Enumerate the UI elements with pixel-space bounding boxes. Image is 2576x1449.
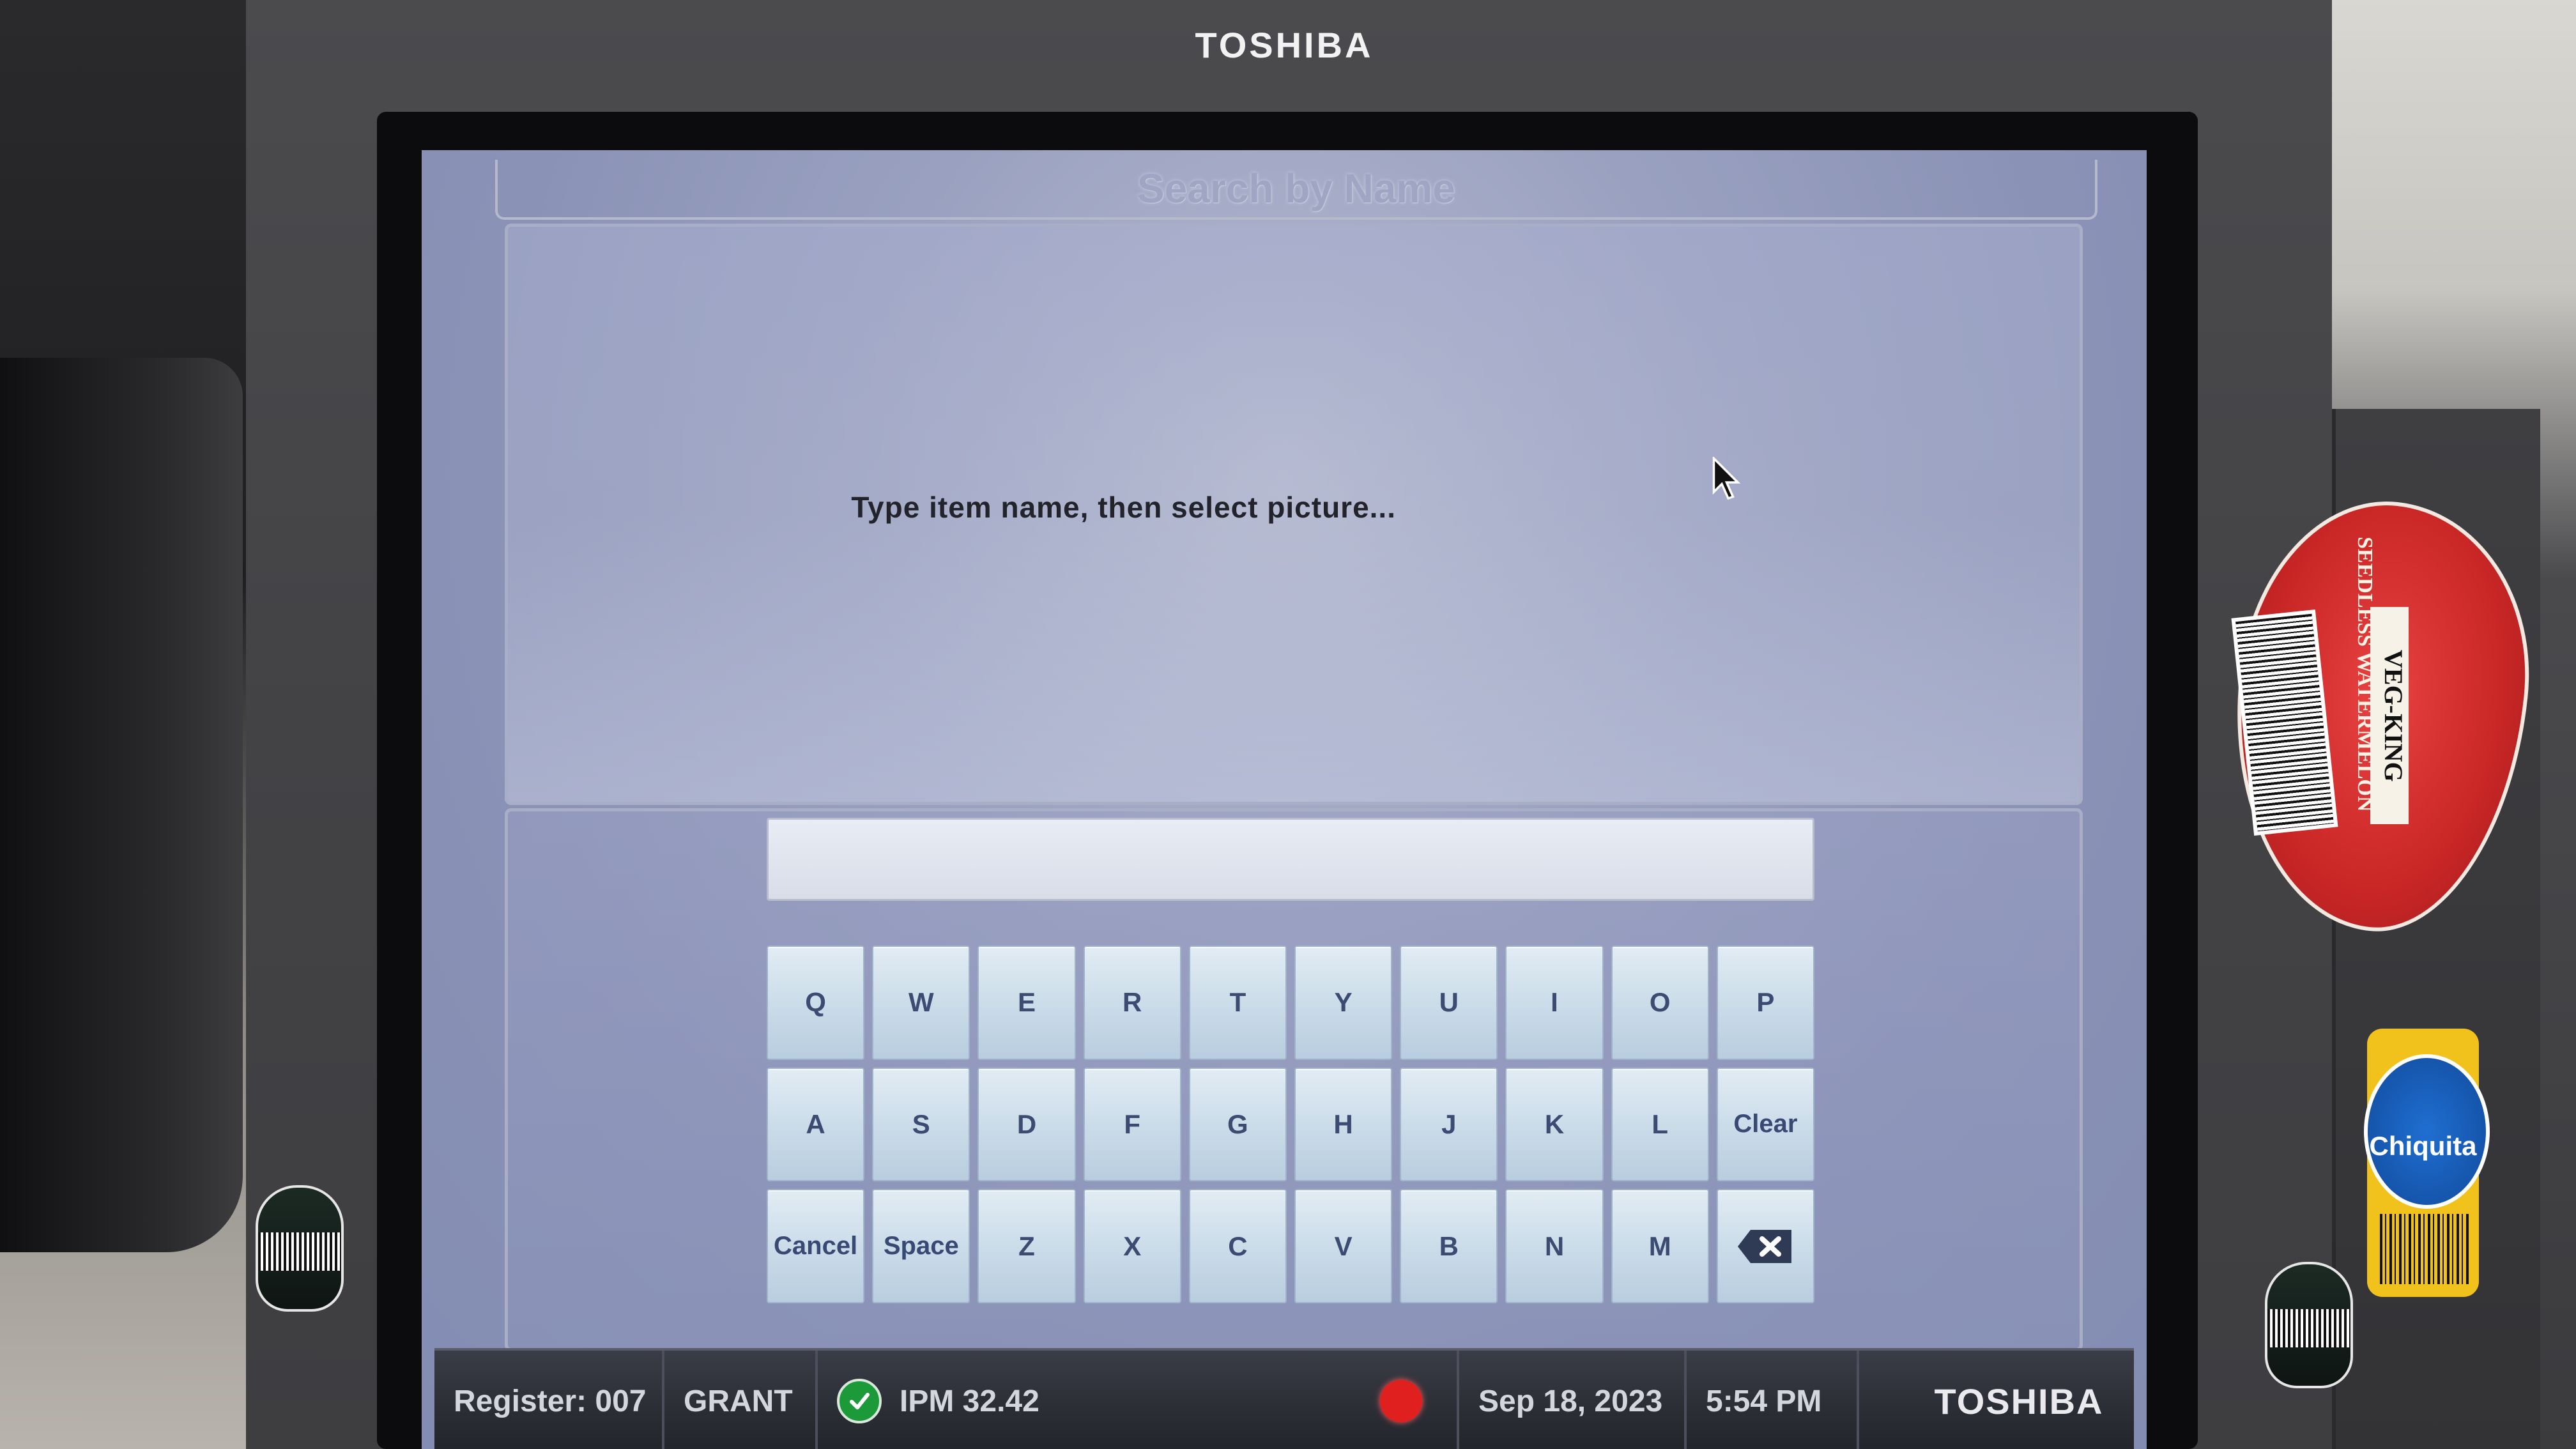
key-c[interactable]: C — [1188, 1189, 1287, 1303]
title-bar: Search by Name — [495, 160, 2097, 220]
key-q[interactable]: Q — [767, 946, 865, 1060]
instruction-message: Type item name, then select picture... — [851, 491, 1396, 524]
operator-name: GRANT — [664, 1351, 818, 1449]
key-z[interactable]: Z — [977, 1189, 1076, 1303]
key-r[interactable]: R — [1083, 946, 1181, 1060]
clear-button[interactable]: Clear — [1716, 1067, 1814, 1182]
produce-sticker-barcode — [258, 1232, 341, 1271]
key-t[interactable]: T — [1188, 946, 1287, 1060]
key-p[interactable]: P — [1716, 946, 1814, 1060]
backspace-icon — [1738, 1229, 1792, 1263]
key-l[interactable]: L — [1611, 1067, 1709, 1182]
check-icon — [837, 1379, 882, 1423]
ipm-value: IPM 32.42 — [900, 1384, 1039, 1418]
key-n[interactable]: N — [1505, 1189, 1604, 1303]
key-d[interactable]: D — [977, 1067, 1076, 1182]
pos-screen: Search by Name Type item name, then sele… — [422, 150, 2147, 1449]
bezel-brand-logo: TOSHIBA — [1195, 25, 1374, 65]
banana-sticker-barcode — [2380, 1214, 2469, 1284]
produce-sticker-left — [256, 1185, 344, 1312]
watermelon-sticker-brand: VEG-KING — [2370, 607, 2409, 824]
register-label: Register: 007 — [434, 1351, 664, 1449]
produce-sticker-right — [2265, 1262, 2353, 1388]
banana-sticker-brand: Chiquita — [2369, 1131, 2477, 1161]
key-s[interactable]: S — [872, 1067, 970, 1182]
message-panel: Type item name, then select picture... — [505, 224, 2083, 805]
status-bar-brand-logo: TOSHIBA — [1934, 1381, 2104, 1422]
page-title: Search by Name — [1137, 165, 1456, 211]
key-u[interactable]: U — [1400, 946, 1498, 1060]
key-y[interactable]: Y — [1294, 946, 1393, 1060]
key-g[interactable]: G — [1188, 1067, 1287, 1182]
on-screen-keyboard: Q W E R T Y U I O P A S D F G H J K L Cl… — [767, 946, 1814, 1303]
key-k[interactable]: K — [1505, 1067, 1604, 1182]
search-input[interactable] — [767, 818, 1814, 901]
key-j[interactable]: J — [1400, 1067, 1498, 1182]
key-x[interactable]: X — [1083, 1189, 1181, 1303]
date-display: Sep 18, 2023 — [1457, 1351, 1687, 1449]
mouse-pointer-icon — [1712, 457, 1741, 500]
key-o[interactable]: O — [1611, 946, 1709, 1060]
key-i[interactable]: I — [1505, 946, 1604, 1060]
ipm-indicator: IPM 32.42 — [818, 1351, 1457, 1449]
key-v[interactable]: V — [1294, 1189, 1393, 1303]
space-button[interactable]: Space — [872, 1189, 970, 1303]
cancel-button[interactable]: Cancel — [767, 1189, 865, 1303]
key-a[interactable]: A — [767, 1067, 865, 1182]
key-b[interactable]: B — [1400, 1189, 1498, 1303]
backspace-button[interactable] — [1716, 1189, 1814, 1303]
produce-sticker-barcode — [2267, 1309, 2350, 1347]
key-f[interactable]: F — [1083, 1067, 1181, 1182]
status-bar: Register: 007 GRANT IPM 32.42 Sep 18, 20… — [434, 1348, 2134, 1449]
key-w[interactable]: W — [872, 946, 970, 1060]
adjacent-device — [0, 358, 243, 1252]
status-indicator-dot — [1380, 1380, 1422, 1422]
key-e[interactable]: E — [977, 946, 1076, 1060]
key-h[interactable]: H — [1294, 1067, 1393, 1182]
key-m[interactable]: M — [1611, 1189, 1709, 1303]
time-display: 5:54 PM — [1687, 1351, 1859, 1449]
